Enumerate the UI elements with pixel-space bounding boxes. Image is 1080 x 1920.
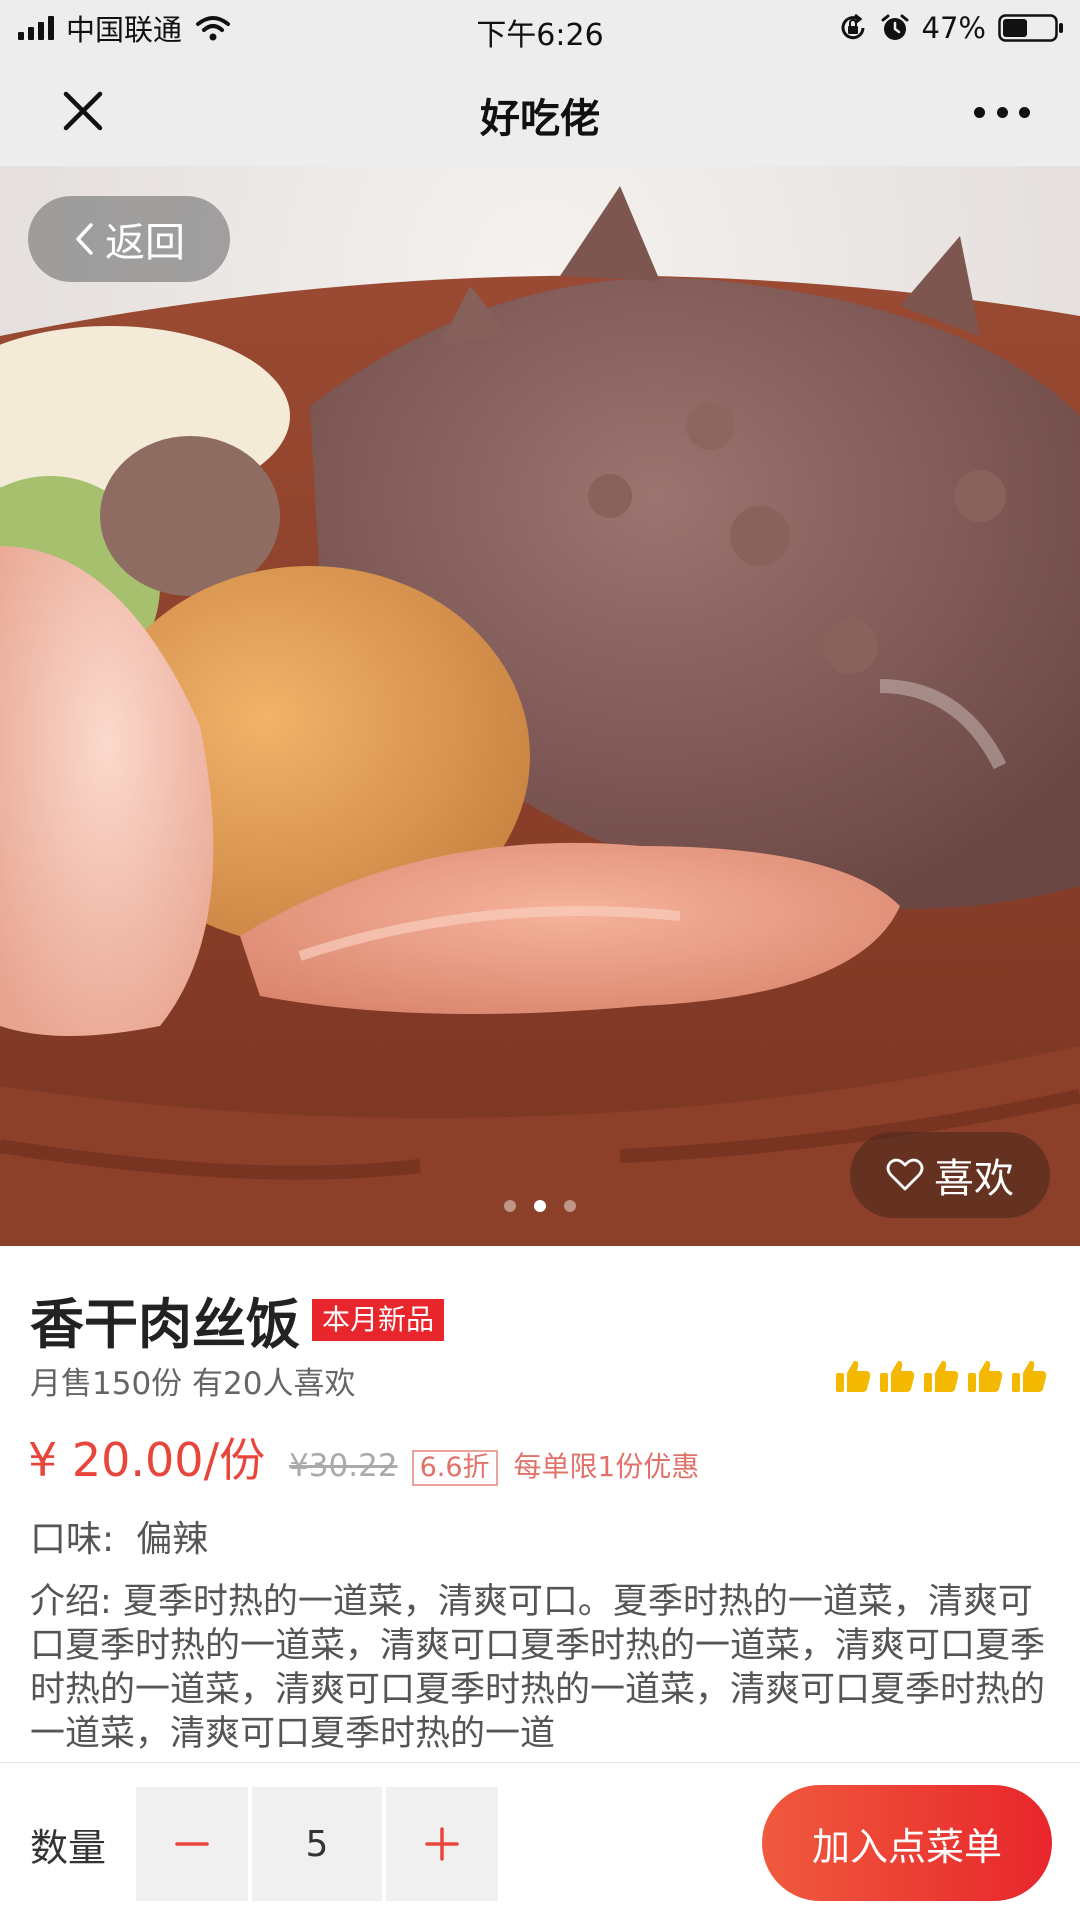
plus-icon xyxy=(425,1827,459,1861)
bottom-bar: 数量 5 加入点菜单 xyxy=(0,1762,1080,1920)
status-bar: 中国联通 下午6:26 47% xyxy=(0,0,1080,58)
product-image[interactable] xyxy=(0,166,1080,1246)
original-price: ¥30.22 xyxy=(289,1448,398,1484)
close-icon[interactable] xyxy=(58,86,108,136)
heart-icon xyxy=(886,1158,924,1191)
decrease-button[interactable] xyxy=(136,1787,248,1901)
thumbs-up-icon xyxy=(1012,1360,1047,1392)
thumbs-up-icon xyxy=(836,1360,871,1392)
thumbs-up-icon xyxy=(968,1360,1003,1392)
more-icon[interactable] xyxy=(974,102,1030,122)
intro-text: 介绍: 夏季时热的一道菜，清爽可口。夏季时热的一道菜，清爽可口夏季时热的一道菜，… xyxy=(30,1582,1046,1754)
taste-value: 偏辣 xyxy=(136,1519,209,1560)
taste-label: 口味: xyxy=(30,1519,115,1560)
increase-button[interactable] xyxy=(386,1787,498,1901)
new-badge: 本月新品 xyxy=(312,1298,445,1341)
alarm-icon xyxy=(881,14,909,40)
sales-info: 月售150份 有20人喜欢 xyxy=(30,1366,356,1402)
dish-name: 香干肉丝饭 xyxy=(30,1293,300,1356)
carousel-dot[interactable] xyxy=(534,1200,546,1212)
quantity-value[interactable]: 5 xyxy=(252,1787,382,1901)
like-label: 喜欢 xyxy=(934,1156,1014,1202)
chevron-left-icon xyxy=(76,223,93,255)
taste-row: 口味: 偏辣 xyxy=(30,1510,208,1562)
thumbs-up-icon xyxy=(924,1360,959,1392)
rotation-lock-icon xyxy=(841,13,865,40)
battery-icon xyxy=(998,14,1063,42)
status-right: 47% xyxy=(838,8,1064,48)
title-row: 香干肉丝饭 本月新品 xyxy=(30,1280,445,1359)
carousel-dot[interactable] xyxy=(504,1200,516,1212)
carousel-dots xyxy=(0,1200,1080,1212)
rating-thumbs xyxy=(834,1358,1048,1394)
back-button[interactable]: 返回 xyxy=(28,196,230,282)
quantity-label: 数量 xyxy=(30,1826,107,1870)
nav-bar: 好吃佬 xyxy=(0,58,1080,166)
minus-icon xyxy=(175,1842,209,1846)
quantity-stepper: 5 xyxy=(136,1787,498,1901)
thumbs-up-icon xyxy=(880,1360,915,1392)
carousel-dot[interactable] xyxy=(564,1200,576,1212)
back-label: 返回 xyxy=(105,220,185,266)
current-price: ¥ 20.00/份 xyxy=(28,1433,266,1487)
page-title: 好吃佬 xyxy=(480,96,600,142)
add-to-menu-button[interactable]: 加入点菜单 xyxy=(762,1785,1052,1901)
battery-percent: 47% xyxy=(921,11,986,45)
food-photo xyxy=(0,166,1080,1246)
limit-text: 每单限1份优惠 xyxy=(513,1450,700,1483)
price-row: ¥ 20.00/份 ¥30.22 6.6折 每单限1份优惠 xyxy=(28,1424,699,1490)
discount-badge: 6.6折 xyxy=(411,1450,498,1486)
